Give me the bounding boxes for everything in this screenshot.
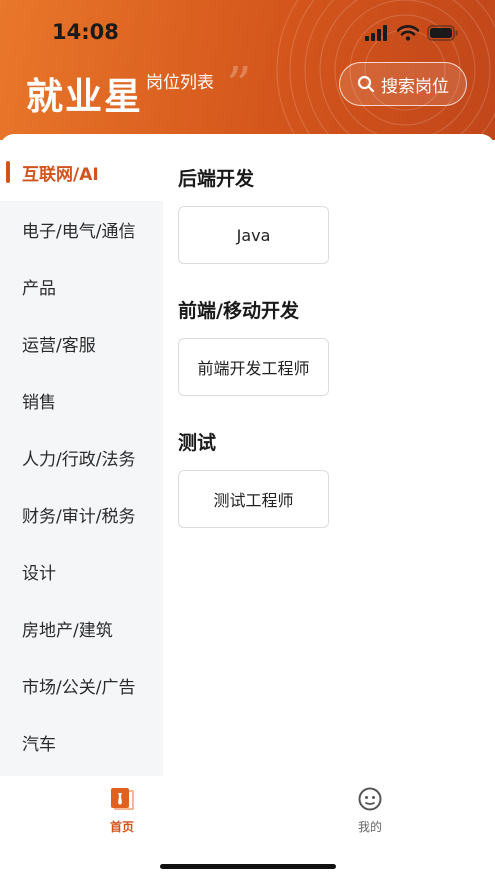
group-title-backend: 后端开发 xyxy=(178,168,255,190)
job-card-java[interactable]: Java xyxy=(178,206,329,264)
sidebar-item-real-estate[interactable]: 房地产/建筑 xyxy=(0,600,163,657)
page-title: 岗位列表 xyxy=(146,73,214,93)
status-icons xyxy=(365,22,459,44)
job-card-frontend-engineer[interactable]: 前端开发工程师 xyxy=(178,338,329,396)
sidebar-item-hr-admin-legal[interactable]: 人力/行政/法务 xyxy=(0,429,163,486)
tab-home-label: 首页 xyxy=(109,820,134,834)
group-title-frontend: 前端/移动开发 xyxy=(178,300,299,322)
sidebar-item-marketing[interactable]: 市场/公关/广告 xyxy=(0,657,163,714)
status-time: 14:08 xyxy=(52,20,119,44)
home-tab-icon xyxy=(111,788,134,810)
wifi-icon xyxy=(397,25,419,41)
sidebar-item-product[interactable]: 产品 xyxy=(0,258,163,315)
sidebar-item-sales[interactable]: 销售 xyxy=(0,372,163,429)
app-logo: 就业星 xyxy=(26,75,143,118)
tab-home[interactable]: 首页 xyxy=(82,786,162,835)
sidebar-item-finance[interactable]: 财务/审计/税务 xyxy=(0,486,163,543)
group-title-testing: 测试 xyxy=(178,432,217,454)
sidebar-item-electronics[interactable]: 电子/电气/通信 xyxy=(0,201,163,258)
sidebar-item-internet-ai[interactable]: 互联网/AI xyxy=(0,144,163,201)
tab-me-label: 我的 xyxy=(357,820,382,834)
profile-face-icon xyxy=(358,787,382,811)
tab-me[interactable]: 我的 xyxy=(330,786,410,835)
home-indicator xyxy=(160,864,336,869)
category-sidebar: 互联网/AI 电子/电气/通信 产品 运营/客服 销售 人力/行政/法务 财务/… xyxy=(0,144,163,776)
app-header: 14:08 就业星 岗位列表 ” 搜索岗位 xyxy=(0,0,495,140)
battery-icon xyxy=(427,25,458,41)
job-card-test-engineer[interactable]: 测试工程师 xyxy=(178,470,329,528)
search-icon xyxy=(357,75,375,93)
content-area: 互联网/AI 电子/电气/通信 产品 运营/客服 销售 人力/行政/法务 财务/… xyxy=(0,134,495,776)
sidebar-item-automotive[interactable]: 汽车 xyxy=(0,714,163,771)
sidebar-item-design[interactable]: 设计 xyxy=(0,543,163,600)
quote-decoration-icon: ” xyxy=(226,56,252,114)
cellular-signal-icon xyxy=(365,25,387,41)
sidebar-item-operations[interactable]: 运营/客服 xyxy=(0,315,163,372)
search-label: 搜索岗位 xyxy=(381,76,449,97)
status-bar: 14:08 xyxy=(0,0,495,62)
search-jobs-button[interactable]: 搜索岗位 xyxy=(339,62,467,106)
